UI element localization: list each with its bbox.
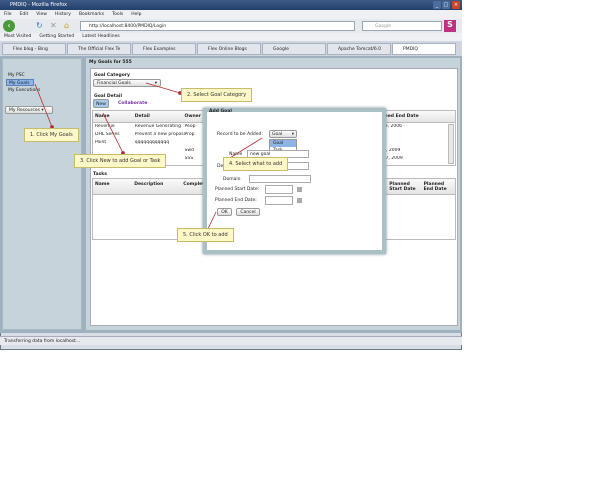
reload-icon[interactable]: ↻ bbox=[36, 21, 43, 30]
table-cell: DHL Series bbox=[95, 132, 120, 137]
stop-icon[interactable]: ✕ bbox=[50, 21, 57, 30]
record-type-select[interactable]: Goal ▾ bbox=[269, 130, 297, 138]
tab[interactable]: The Official Flex Te bbox=[67, 43, 131, 55]
menu-bar: File Edit View History Bookmarks Tools H… bbox=[0, 10, 462, 19]
goals-scrollbar[interactable] bbox=[448, 124, 454, 164]
column-header[interactable]: Description bbox=[134, 182, 183, 191]
column-header[interactable]: Planned End Date bbox=[424, 182, 453, 192]
goal-category-label: Goal Category bbox=[94, 73, 130, 78]
domain-input[interactable] bbox=[249, 175, 311, 183]
menu-edit[interactable]: Edit bbox=[20, 12, 29, 17]
resources-select[interactable]: My Resources ▾ bbox=[5, 106, 53, 114]
resources-select-value: My Resources bbox=[9, 108, 40, 113]
status-text: Transferring data from localhost... bbox=[4, 339, 81, 344]
menu-bookmarks[interactable]: Bookmarks bbox=[79, 12, 104, 17]
menu-view[interactable]: View bbox=[36, 12, 47, 17]
cancel-button[interactable]: Cancel bbox=[236, 208, 260, 216]
menu-tools[interactable]: Tools bbox=[112, 12, 123, 17]
option-goal[interactable]: Goal bbox=[270, 140, 296, 147]
tab-bar: Flex blog - Bing The Official Flex Te Fl… bbox=[0, 41, 462, 56]
table-cell: Revenue bbox=[95, 124, 115, 129]
column-header[interactable]: Detail bbox=[135, 114, 185, 119]
end-date-input[interactable] bbox=[265, 196, 293, 205]
close-button[interactable]: × bbox=[452, 1, 460, 9]
title-bar: PMDIQ - Mozilla Firefox bbox=[0, 0, 462, 10]
domain-label: Domain bbox=[223, 177, 241, 182]
bookmarks-bar: Most Visited Getting Started Latest Head… bbox=[0, 33, 462, 41]
sidebar-item-my-executions[interactable]: My Executions bbox=[8, 88, 40, 93]
tab[interactable]: Flex Examples bbox=[132, 43, 196, 55]
end-date-label: Planned End Date: bbox=[215, 198, 257, 203]
minimize-button[interactable]: _ bbox=[433, 1, 441, 9]
goal-category-value: Financial Goals bbox=[97, 81, 131, 86]
chevron-down-icon: ▾ bbox=[291, 132, 294, 137]
home-icon[interactable]: ⌂ bbox=[64, 21, 69, 30]
column-header[interactable]: Planned Start Date bbox=[389, 182, 423, 192]
window-title: PMDIQ - Mozilla Firefox bbox=[10, 2, 67, 8]
callout-step-3: 3. Click New to add Goal or Task bbox=[74, 154, 167, 168]
goal-category-select[interactable]: Financial Goals ▾ bbox=[93, 79, 161, 87]
new-button[interactable]: New bbox=[93, 99, 109, 108]
tab[interactable]: Google bbox=[262, 43, 326, 55]
bookmark-item[interactable]: Most Visited bbox=[4, 34, 31, 40]
record-type-value: Goal bbox=[272, 132, 283, 137]
search-input[interactable]: Google bbox=[362, 21, 442, 31]
status-bar: Transferring data from localhost... bbox=[0, 336, 462, 345]
table-cell: Prevent a new proposal bbox=[134, 132, 185, 137]
calendar-icon[interactable] bbox=[297, 198, 302, 203]
ok-button[interactable]: OK bbox=[217, 208, 232, 216]
table-cell: Revenue Generating bbox=[134, 124, 182, 129]
menu-help[interactable]: Help bbox=[131, 12, 141, 17]
tasks-label: Tasks bbox=[93, 172, 107, 177]
bookmark-item[interactable]: Getting Started bbox=[39, 34, 74, 40]
record-label: Record to be Added: bbox=[217, 132, 263, 137]
callout-step-4: 4. Select what to add bbox=[223, 157, 289, 171]
bookmark-item[interactable]: Latest Headlines bbox=[82, 34, 120, 40]
callout-step-5: 5. Click OK to add bbox=[177, 228, 234, 242]
page-title: My Goals for 555 bbox=[89, 60, 132, 65]
dialog-title: Add Goal bbox=[209, 109, 232, 114]
calendar-icon[interactable] bbox=[297, 187, 302, 192]
tab[interactable]: Flex blog - Bing bbox=[2, 43, 66, 55]
callout-step-1: 1. Click My Goals bbox=[24, 128, 79, 142]
chevron-down-icon: ▾ bbox=[154, 81, 157, 86]
start-date-label: Planned Start Date: bbox=[215, 187, 260, 192]
start-date-input[interactable] bbox=[265, 185, 293, 194]
menu-file[interactable]: File bbox=[4, 12, 12, 17]
table-cell: Point bbox=[95, 140, 107, 145]
collaborate-link[interactable]: Collaborate bbox=[118, 101, 147, 106]
column-header[interactable]: Name bbox=[95, 182, 134, 191]
tab-active[interactable]: PMDIQ bbox=[392, 43, 456, 55]
addon-icon[interactable]: S bbox=[444, 20, 456, 32]
tab[interactable]: Flex Online Blogs bbox=[197, 43, 261, 55]
table-cell: qqqqqqqqqqqq bbox=[134, 140, 170, 145]
maximize-button[interactable]: □ bbox=[442, 1, 450, 9]
search-placeholder: Google bbox=[375, 24, 391, 29]
sidebar-item-my-goals[interactable]: My Goals bbox=[6, 79, 34, 86]
url-text: http://localhost:8400/PMDIQ/Login bbox=[89, 24, 167, 29]
tab[interactable]: Apache Tomcat/6.0 bbox=[327, 43, 391, 55]
url-bar[interactable]: http://localhost:8400/PMDIQ/Login bbox=[80, 21, 355, 31]
back-button[interactable]: ‹ bbox=[3, 20, 15, 32]
column-header[interactable]: Name bbox=[95, 114, 135, 119]
menu-history[interactable]: History bbox=[55, 12, 71, 17]
sidebar bbox=[2, 58, 82, 330]
callout-step-2: 2. Select Goal Category bbox=[181, 88, 253, 102]
sidebar-item-my-psc[interactable]: My PSC bbox=[8, 73, 25, 78]
